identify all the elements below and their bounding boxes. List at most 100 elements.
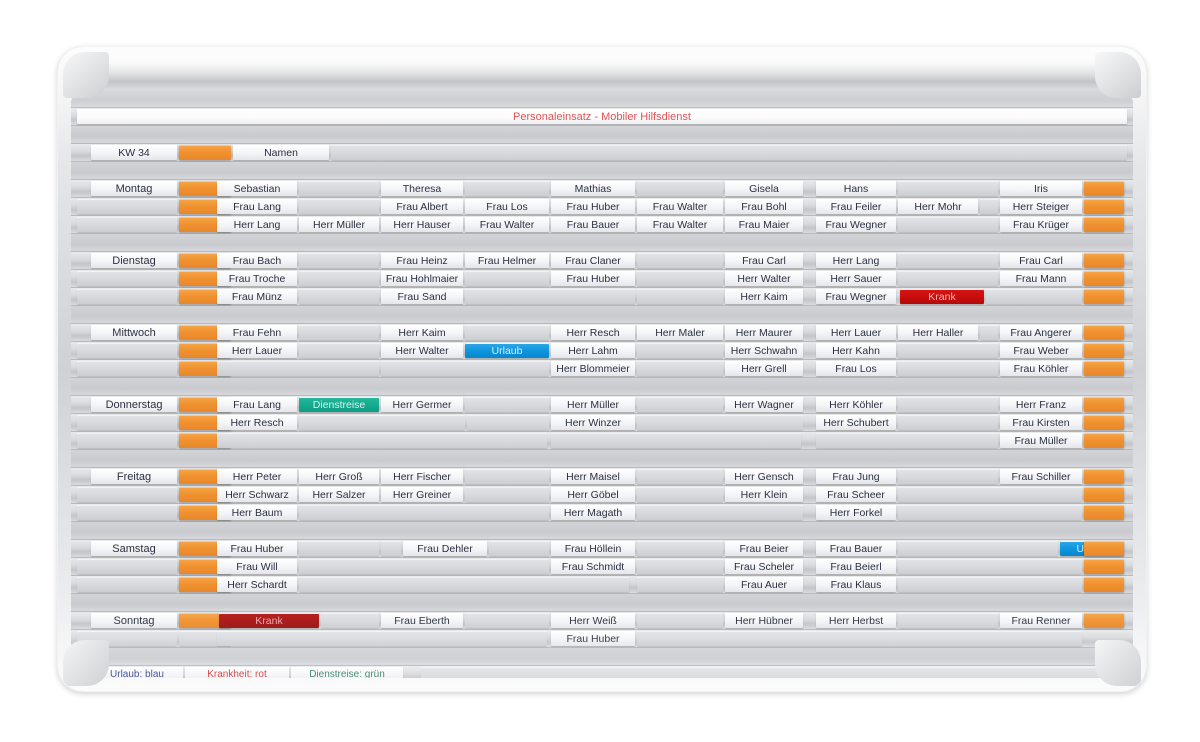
- name-card[interactable]: Frau Carl: [1000, 253, 1082, 268]
- slot-blank-card[interactable]: [381, 541, 401, 556]
- slot-blank-card[interactable]: [217, 631, 547, 646]
- name-card[interactable]: Herr Lang: [816, 253, 896, 268]
- name-card[interactable]: Frau Köhler: [1000, 361, 1082, 376]
- board-rail[interactable]: Herr Baum Herr Magath Herr Forkel: [71, 504, 1133, 522]
- day-blank-card[interactable]: [77, 343, 177, 358]
- name-card[interactable]: Herr Forkel: [816, 505, 896, 520]
- board-rail[interactable]: KW 34 Namen: [71, 144, 1133, 162]
- name-card[interactable]: Herr Köhler: [816, 397, 896, 412]
- name-card[interactable]: Frau Heinz: [381, 253, 463, 268]
- slot-blank-card[interactable]: [467, 415, 549, 430]
- name-card[interactable]: Herr Groß: [299, 469, 379, 484]
- slot-blank-card[interactable]: [299, 559, 549, 574]
- board-rail[interactable]: Herr Lang Herr Müller Herr Hauser Frau Walt…: [71, 216, 1133, 234]
- marker-card-orange[interactable]: [1084, 469, 1124, 484]
- slot-blank-card[interactable]: [465, 613, 549, 628]
- slot-blank-card[interactable]: [898, 577, 1082, 592]
- name-card[interactable]: Frau Bach: [217, 253, 297, 268]
- marker-card-orange[interactable]: [1084, 613, 1124, 628]
- board-rail[interactable]: Herr Schardt Frau Auer Frau Klaus: [71, 576, 1133, 594]
- name-card[interactable]: Herr Weiß: [551, 613, 635, 628]
- slot-blank-card[interactable]: [465, 289, 635, 304]
- marker-card-orange[interactable]: [1084, 253, 1124, 268]
- name-card[interactable]: Herr Herbst: [816, 613, 896, 628]
- name-card[interactable]: Frau Wegner: [816, 289, 896, 304]
- board-rail[interactable]: Frau Will Frau Schmidt Frau Scheler Frau Be…: [71, 558, 1133, 576]
- name-card[interactable]: Herr Maisel: [551, 469, 635, 484]
- board-rail[interactable]: Dienstag Frau Bach Frau Heinz Frau Helmer Fr…: [71, 252, 1133, 270]
- name-card[interactable]: Frau Fehn: [217, 325, 297, 340]
- name-card[interactable]: Herr Resch: [551, 325, 635, 340]
- day-blank-card[interactable]: [77, 271, 177, 286]
- slot-blank-card[interactable]: [637, 397, 723, 412]
- day-blank-card[interactable]: [77, 289, 177, 304]
- slot-blank-card[interactable]: [465, 271, 549, 286]
- name-card[interactable]: Frau Scheer: [816, 487, 896, 502]
- board-rail[interactable]: Freitag Herr Peter Herr Groß Herr Fischer He…: [71, 468, 1133, 486]
- slot-blank-card[interactable]: [465, 487, 549, 502]
- name-card[interactable]: Frau Mann: [1000, 271, 1082, 286]
- name-card[interactable]: Frau Carl: [725, 253, 803, 268]
- name-card[interactable]: Mathias: [551, 181, 635, 196]
- header-blank-card[interactable]: [331, 145, 1127, 160]
- slot-blank-card[interactable]: [898, 181, 998, 196]
- slot-blank-card[interactable]: [299, 181, 379, 196]
- name-card[interactable]: Frau Walter: [637, 217, 723, 232]
- slot-blank-card[interactable]: [898, 415, 998, 430]
- day-blank-card[interactable]: [77, 487, 177, 502]
- name-card[interactable]: Frau Auer: [725, 577, 803, 592]
- name-card[interactable]: Herr Wagner: [725, 397, 803, 412]
- name-card[interactable]: Herr Kaim: [725, 289, 803, 304]
- name-card[interactable]: Frau Los: [816, 361, 896, 376]
- slot-blank-card[interactable]: [489, 541, 549, 556]
- marker-card-orange[interactable]: [1084, 181, 1124, 196]
- board-rail[interactable]: Herr Resch Herr Winzer Herr Schubert Frau K…: [71, 414, 1133, 432]
- slot-blank-card[interactable]: [299, 577, 629, 592]
- slot-blank-card[interactable]: [299, 199, 379, 214]
- board-rail[interactable]: Frau Troche Frau Hohlmaier Frau Huber Herr …: [71, 270, 1133, 288]
- name-card[interactable]: Herr Magath: [551, 505, 635, 520]
- name-card[interactable]: Theresa: [381, 181, 463, 196]
- name-card[interactable]: Frau Jung: [816, 469, 896, 484]
- day-label-montag[interactable]: Montag: [91, 181, 177, 196]
- slot-blank-card[interactable]: [217, 361, 379, 376]
- day-blank-card[interactable]: [77, 631, 177, 646]
- name-card[interactable]: Gisela: [725, 181, 803, 196]
- board-rail[interactable]: Frau Huber: [71, 630, 1133, 648]
- name-card[interactable]: Frau Angerer: [1000, 325, 1082, 340]
- day-label-samstag[interactable]: Samstag: [91, 541, 177, 556]
- name-card[interactable]: Herr Klein: [725, 487, 803, 502]
- name-card[interactable]: Herr Walter: [381, 343, 463, 358]
- name-card[interactable]: Frau Walter: [637, 199, 723, 214]
- day-blank-card[interactable]: [77, 505, 177, 520]
- slot-blank-card[interactable]: [299, 289, 379, 304]
- slot-blank-card[interactable]: [465, 325, 549, 340]
- name-card[interactable]: Herr Schubert: [816, 415, 896, 430]
- marker-card-orange[interactable]: [1084, 199, 1124, 214]
- name-card[interactable]: Frau Kirsten: [1000, 415, 1082, 430]
- name-card[interactable]: Hans: [816, 181, 896, 196]
- marker-card-orange[interactable]: [1084, 361, 1124, 376]
- name-card[interactable]: Frau Weber: [1000, 343, 1082, 358]
- board-rail[interactable]: Montag Sebastian Theresa Mathias Gisela Hans I…: [71, 180, 1133, 198]
- slot-blank-card[interactable]: [898, 343, 998, 358]
- slot-blank-card[interactable]: [637, 361, 723, 376]
- slot-blank-card[interactable]: [299, 325, 379, 340]
- name-card[interactable]: Frau Albert: [381, 199, 463, 214]
- name-card[interactable]: Frau Müller: [1000, 433, 1082, 448]
- name-card[interactable]: Frau Renner: [1000, 613, 1082, 628]
- status-card-business-trip[interactable]: Dienstreise: [299, 397, 379, 412]
- day-blank-card[interactable]: [77, 415, 177, 430]
- board-rail[interactable]: Urlaub: blau Krankheit: rot Dienstreise: g…: [71, 666, 1133, 678]
- marker-card-orange[interactable]: [1084, 577, 1124, 592]
- slot-blank-card[interactable]: [898, 541, 1058, 556]
- marker-card-orange[interactable]: [1084, 541, 1124, 556]
- name-card[interactable]: Frau Höllein: [551, 541, 635, 556]
- marker-card-orange[interactable]: [1084, 415, 1124, 430]
- slot-blank-card[interactable]: [637, 469, 723, 484]
- status-card-sick[interactable]: Krank: [900, 289, 984, 304]
- slot-blank-card[interactable]: [898, 469, 998, 484]
- name-card[interactable]: Herr Hübner: [725, 613, 803, 628]
- name-card[interactable]: Herr Maurer: [725, 325, 803, 340]
- name-card[interactable]: Herr Sauer: [816, 271, 896, 286]
